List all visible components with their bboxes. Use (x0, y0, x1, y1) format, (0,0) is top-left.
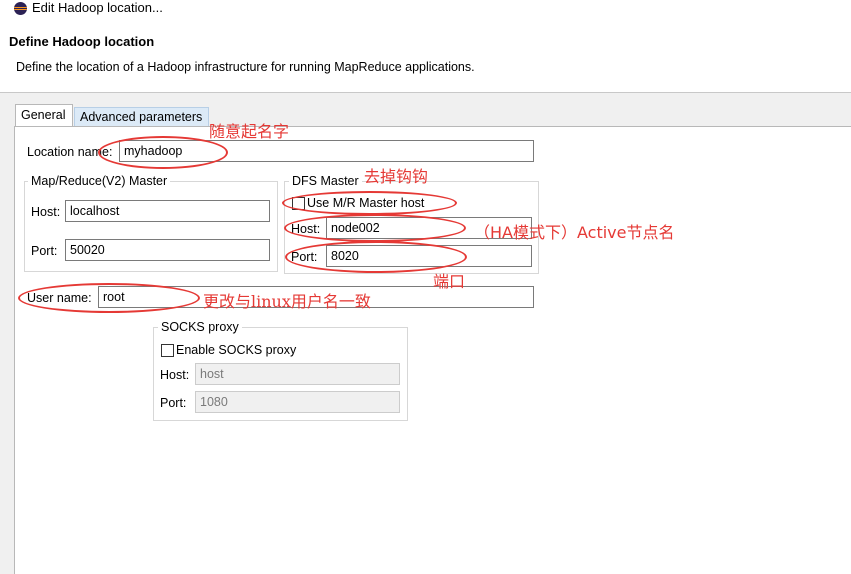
tab-advanced-parameters[interactable]: Advanced parameters (74, 107, 209, 127)
dfs-host-label: Host: (291, 222, 321, 236)
header-description: Define the location of a Hadoop infrastr… (16, 60, 475, 74)
annotation-name-note: 随意起名字 (209, 122, 290, 141)
socks-host-label: Host: (160, 368, 190, 382)
annotation-uncheck-note: 去掉钩钩 (364, 167, 429, 186)
dfs-port-label: Port: (291, 250, 318, 264)
socks-port-label: Port: (160, 396, 187, 410)
socks-port-input[interactable]: 1080 (195, 391, 400, 413)
annotation-port-note: 端口 (433, 272, 466, 291)
enable-socks-label: Enable SOCKS proxy (176, 343, 297, 357)
annotation-active-note: （HA模式下）Active节点名 (474, 223, 675, 242)
mr-host-label: Host: (31, 205, 61, 219)
annotation-user-note: 更改与linux用户名一致 (203, 292, 371, 311)
mr-host-input[interactable]: localhost (65, 200, 270, 222)
use-mr-host-checkbox[interactable] (292, 197, 305, 210)
dfs-port-input[interactable]: 8020 (326, 245, 532, 267)
title-bar: Edit Hadoop location... (0, 0, 851, 18)
enable-socks-checkbox[interactable] (161, 344, 174, 357)
use-mr-host-label: Use M/R Master host (307, 196, 425, 210)
socks-proxy-title: SOCKS proxy (158, 320, 242, 334)
window-title: Edit Hadoop location... (32, 0, 163, 15)
dfs-master-title: DFS Master (289, 174, 362, 188)
mr-port-input[interactable]: 50020 (65, 239, 270, 261)
mapreduce-master-title: Map/Reduce(V2) Master (28, 174, 171, 188)
header-title: Define Hadoop location (9, 34, 155, 49)
mr-port-label: Port: (31, 244, 58, 258)
location-name-input[interactable]: myhadoop (119, 140, 534, 162)
socks-host-input[interactable]: host (195, 363, 400, 385)
location-name-label: Location name: (27, 145, 113, 159)
dialog-header: Define Hadoop location Define the locati… (0, 18, 851, 92)
eclipse-icon (14, 2, 27, 15)
user-name-label: User name: (27, 291, 92, 305)
tab-general[interactable]: General (15, 104, 73, 126)
